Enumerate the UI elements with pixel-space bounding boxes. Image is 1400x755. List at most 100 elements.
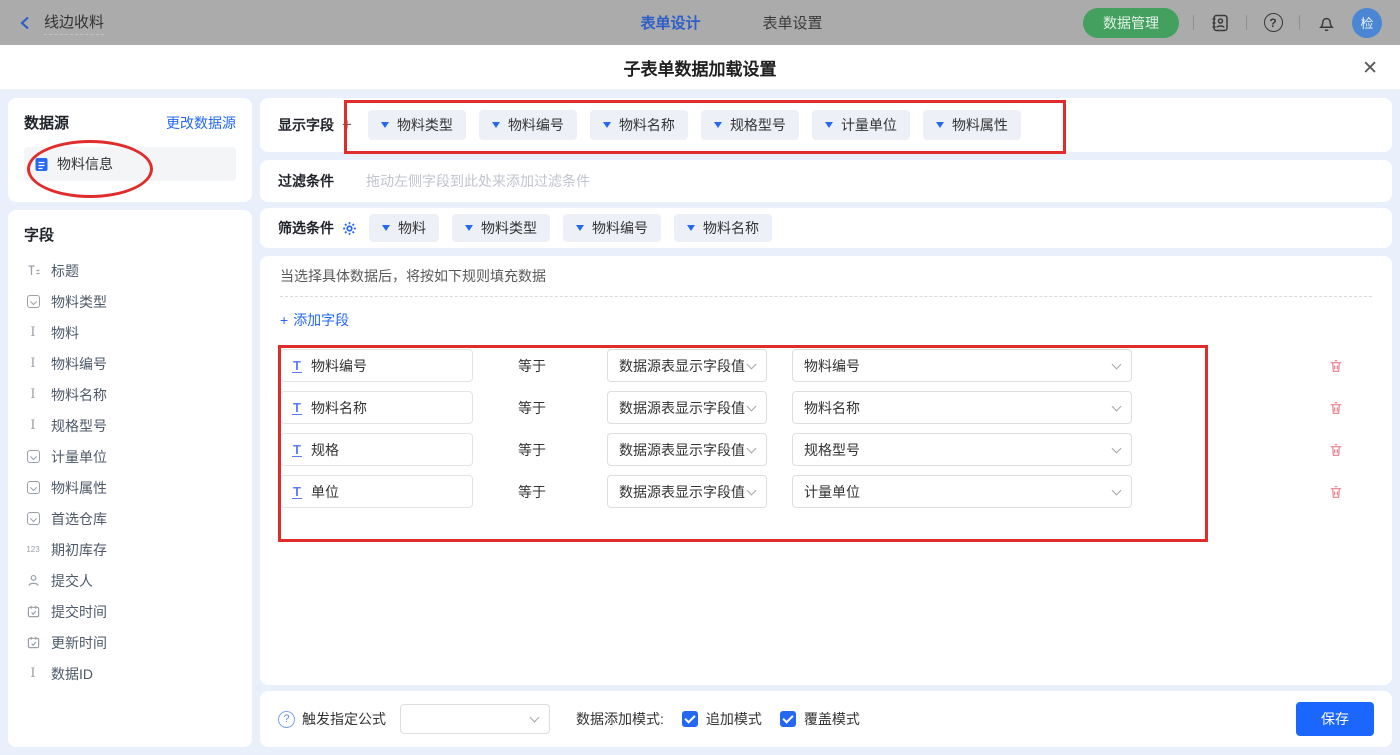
- data-add-mode-label: 数据添加模式:: [576, 709, 664, 729]
- person-field-icon: [24, 574, 42, 587]
- display-field-tag[interactable]: 物料名称: [590, 110, 688, 140]
- trash-icon: [1328, 484, 1344, 500]
- display-fields-label: 显示字段: [278, 115, 334, 135]
- display-field-tag[interactable]: 物料类型: [368, 110, 466, 140]
- dropdown-triangle-icon: [603, 122, 611, 128]
- rule-field-label: 物料名称: [311, 398, 367, 418]
- field-label: 物料属性: [51, 478, 107, 498]
- select-field-icon: [24, 512, 42, 525]
- text-field-icon: I: [24, 418, 42, 433]
- field-item-title[interactable]: 标题: [24, 255, 236, 286]
- field-item-select[interactable]: 首选仓库: [24, 503, 236, 534]
- number-field-icon: 123: [24, 545, 42, 554]
- rule-source-select[interactable]: 数据源表显示字段值: [607, 391, 767, 424]
- screen-condition-tag[interactable]: 物料: [369, 214, 439, 242]
- screen-condition-tag[interactable]: 物料类型: [452, 214, 550, 242]
- filter-panel: 过滤条件 拖动左侧字段到此处来添加过滤条件: [260, 160, 1392, 202]
- dropdown-triangle-icon: [825, 122, 833, 128]
- rule-value-select[interactable]: 物料编号: [792, 349, 1132, 382]
- field-label: 更新时间: [51, 633, 107, 653]
- select-field-icon: [24, 481, 42, 494]
- contacts-icon[interactable]: [1208, 11, 1232, 35]
- help-icon[interactable]: ?: [1261, 11, 1285, 35]
- delete-rule-button[interactable]: [1328, 400, 1344, 416]
- bell-icon[interactable]: [1314, 11, 1338, 35]
- append-mode-checkbox[interactable]: [682, 711, 698, 727]
- save-button[interactable]: 保存: [1296, 702, 1374, 736]
- close-icon[interactable]: ✕: [1362, 57, 1378, 80]
- rule-value-text: 计量单位: [804, 482, 860, 502]
- rule-source-select[interactable]: 数据源表显示字段值: [607, 433, 767, 466]
- add-field-button[interactable]: + 添加字段: [280, 297, 390, 343]
- fill-rules-panel: 当选择具体数据后，将按如下规则填充数据 + 添加字段 T 物料编号 等于 数据源…: [260, 256, 1392, 685]
- field-item-text[interactable]: I 物料名称: [24, 379, 236, 410]
- text-underline-icon: T: [292, 359, 302, 373]
- screen-conditions-label: 筛选条件: [278, 218, 334, 238]
- divider: [1246, 15, 1247, 30]
- help-circle-icon[interactable]: ?: [278, 711, 295, 728]
- form-name[interactable]: 线边收料: [44, 11, 104, 35]
- datasource-item[interactable]: 物料信息: [24, 147, 236, 181]
- field-item-select[interactable]: 物料类型: [24, 286, 236, 317]
- rule-field-box[interactable]: T 规格: [280, 433, 473, 466]
- avatar[interactable]: 检: [1352, 8, 1382, 38]
- back-button[interactable]: [18, 15, 34, 31]
- field-item-text[interactable]: I 数据ID: [24, 658, 236, 689]
- field-label: 物料名称: [51, 385, 107, 405]
- overwrite-mode-checkbox[interactable]: [780, 711, 796, 727]
- rule-field-box[interactable]: T 物料编号: [280, 349, 473, 382]
- field-label: 提交人: [51, 571, 93, 591]
- chevron-down-icon: [530, 713, 540, 723]
- chevron-down-icon: [1112, 401, 1122, 411]
- equals-label: 等于: [518, 482, 607, 502]
- field-item-date[interactable]: 更新时间: [24, 627, 236, 658]
- chevron-down-icon: [747, 401, 757, 411]
- filter-dropzone[interactable]: 拖动左侧字段到此处来添加过滤条件: [366, 171, 590, 191]
- rule-value-select[interactable]: 计量单位: [792, 475, 1132, 508]
- display-field-tag[interactable]: 规格型号: [701, 110, 799, 140]
- data-manage-button[interactable]: 数据管理: [1083, 8, 1179, 38]
- field-label: 首选仓库: [51, 509, 107, 529]
- rule-source-select[interactable]: 数据源表显示字段值: [607, 475, 767, 508]
- field-item-person[interactable]: 提交人: [24, 565, 236, 596]
- dropdown-triangle-icon: [714, 122, 722, 128]
- add-display-field-button[interactable]: +: [342, 115, 352, 135]
- formula-label: 触发指定公式: [302, 709, 386, 729]
- screen-condition-tag[interactable]: 物料编号: [563, 214, 661, 242]
- display-field-tag[interactable]: 物料属性: [923, 110, 1021, 140]
- dropdown-triangle-icon: [576, 225, 584, 231]
- rule-value-select[interactable]: 物料名称: [792, 391, 1132, 424]
- delete-rule-button[interactable]: [1328, 358, 1344, 374]
- field-item-text[interactable]: I 规格型号: [24, 410, 236, 441]
- tab-form-design[interactable]: 表单设计: [640, 12, 700, 33]
- change-datasource-link[interactable]: 更改数据源: [166, 113, 236, 133]
- rule-field-box[interactable]: T 物料名称: [280, 391, 473, 424]
- trash-icon: [1328, 358, 1344, 374]
- field-item-date[interactable]: 提交时间: [24, 596, 236, 627]
- formula-select[interactable]: [400, 704, 550, 734]
- dropdown-triangle-icon: [492, 122, 500, 128]
- field-item-select[interactable]: 计量单位: [24, 441, 236, 472]
- delete-rule-button[interactable]: [1328, 442, 1344, 458]
- screen-condition-tag[interactable]: 物料名称: [674, 214, 772, 242]
- display-field-tag[interactable]: 计量单位: [812, 110, 910, 140]
- tab-form-settings[interactable]: 表单设置: [763, 12, 823, 33]
- document-icon: [34, 157, 49, 172]
- gear-icon[interactable]: [342, 221, 357, 236]
- field-item-select[interactable]: 物料属性: [24, 472, 236, 503]
- rule-value-text: 物料编号: [804, 356, 860, 376]
- field-item-text[interactable]: I 物料编号: [24, 348, 236, 379]
- fields-title: 字段: [24, 227, 54, 244]
- delete-rule-button[interactable]: [1328, 484, 1344, 500]
- rule-source-select[interactable]: 数据源表显示字段值: [607, 349, 767, 382]
- append-mode-option: 追加模式: [682, 709, 762, 729]
- field-item-number[interactable]: 123 期初库存: [24, 534, 236, 565]
- rule-value-select[interactable]: 规格型号: [792, 433, 1132, 466]
- rule-source-value: 数据源表显示字段值: [619, 440, 745, 460]
- rule-field-box[interactable]: T 单位: [280, 475, 473, 508]
- display-field-tag[interactable]: 物料编号: [479, 110, 577, 140]
- dropdown-triangle-icon: [382, 225, 390, 231]
- datasource-card: 数据源 更改数据源 物料信息: [8, 98, 252, 202]
- field-item-text[interactable]: I 物料: [24, 317, 236, 348]
- filter-label: 过滤条件: [278, 171, 334, 191]
